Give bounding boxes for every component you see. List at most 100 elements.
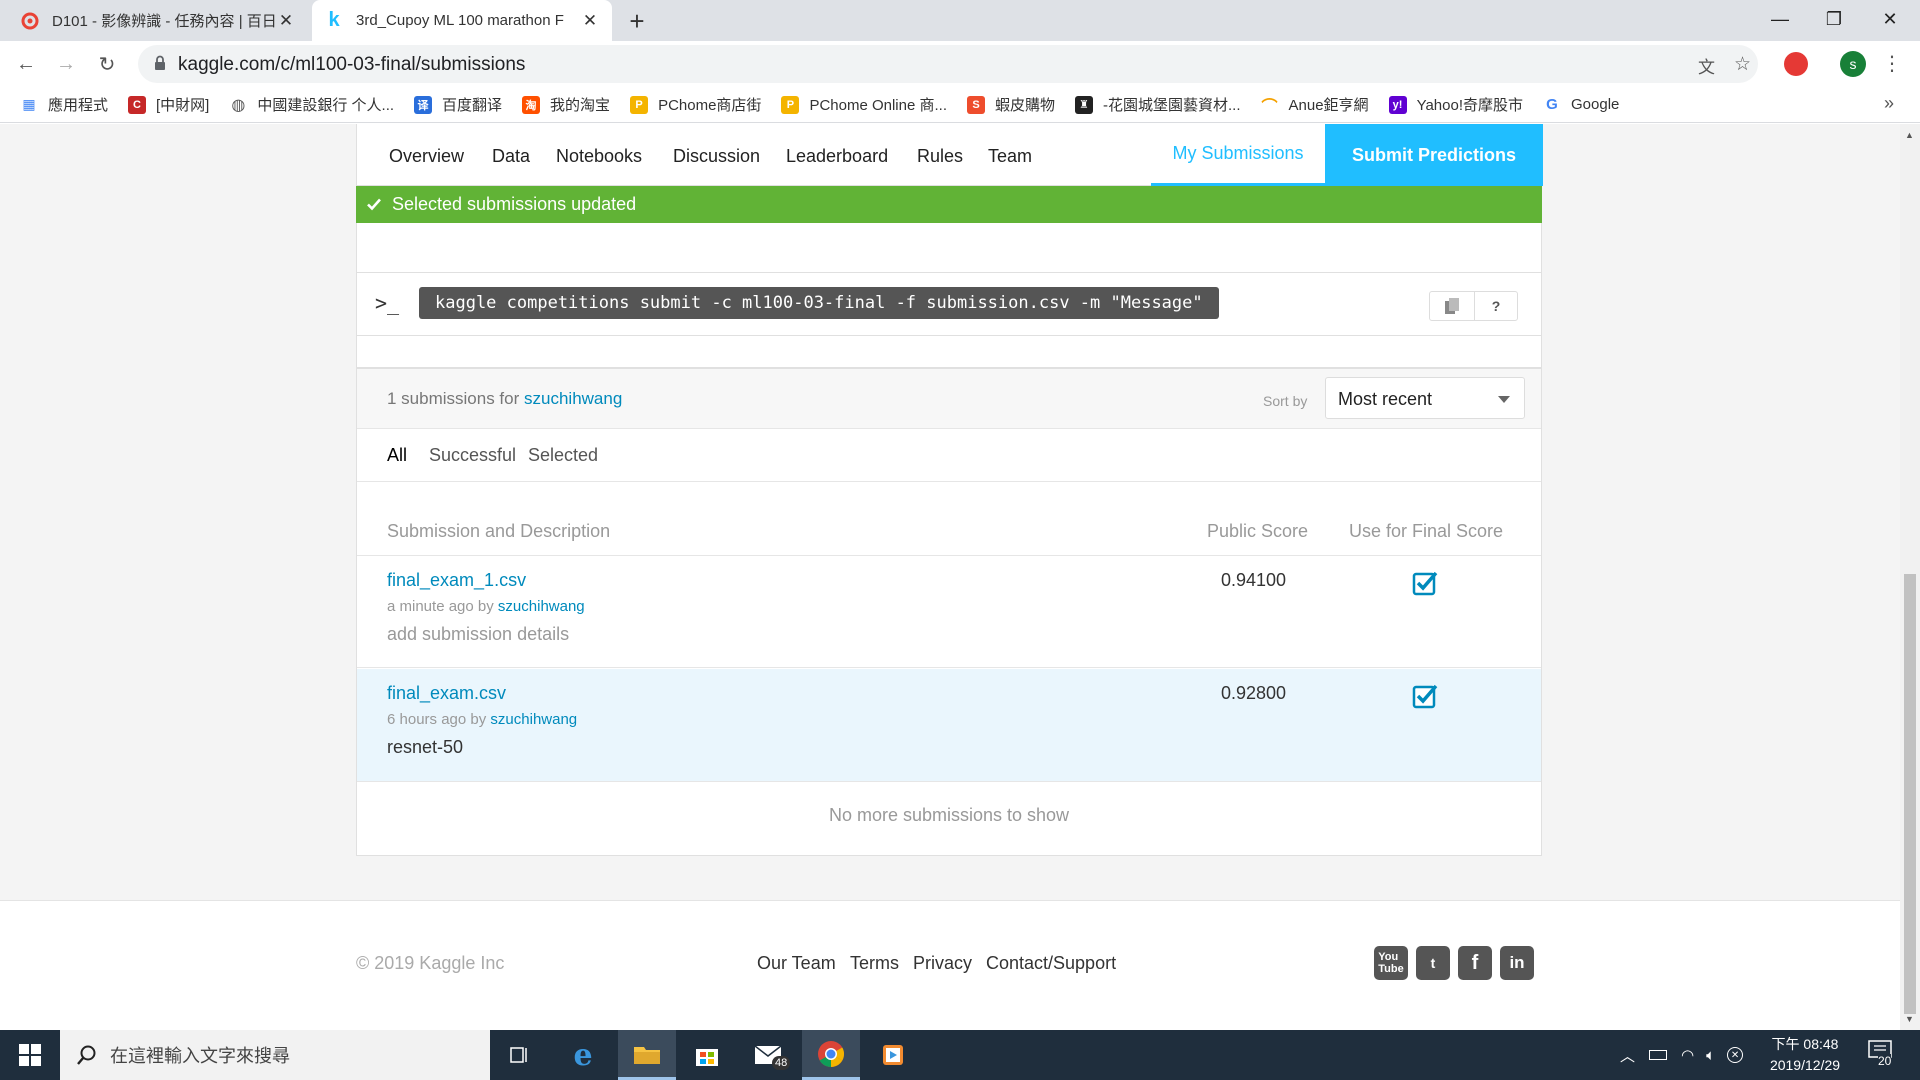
start-button[interactable] xyxy=(0,1030,60,1080)
reload-icon[interactable]: ↻ xyxy=(93,50,121,78)
bookmark-cfi[interactable]: C [中財网] xyxy=(128,94,209,115)
final-score-checkbox[interactable] xyxy=(1412,683,1438,709)
task-view-icon[interactable] xyxy=(490,1030,548,1080)
cupoy-icon xyxy=(20,11,40,31)
bookmark-pchome-online[interactable]: P PChome Online 商... xyxy=(781,94,947,115)
battery-icon[interactable] xyxy=(1649,1050,1668,1060)
filter-all[interactable]: All xyxy=(387,445,407,466)
page-scrollbar[interactable]: ▲ ▼ xyxy=(1900,124,1920,1030)
nav-discussion[interactable]: Discussion xyxy=(673,146,760,167)
help-button[interactable]: ? xyxy=(1474,291,1518,321)
bookmark-apps[interactable]: ▦ 應用程式 xyxy=(20,94,108,115)
tab-title: 3rd_Cupoy ML 100 marathon F xyxy=(356,12,564,29)
anue-icon: ⌒ xyxy=(1260,95,1279,116)
scroll-up-icon[interactable]: ▲ xyxy=(1905,130,1914,140)
facebook-icon[interactable]: f xyxy=(1458,946,1492,980)
menu-kebab-icon[interactable]: ⋮ xyxy=(1882,51,1902,76)
nav-leaderboard[interactable]: Leaderboard xyxy=(786,146,888,167)
mail-icon[interactable]: 48 xyxy=(740,1030,798,1080)
back-icon[interactable]: ← xyxy=(12,50,40,78)
translate-icon[interactable]: 文 xyxy=(1698,53,1715,78)
browser-tab-d101[interactable]: D101 - 影像辨識 - 任務內容 | 百日 ✕ xyxy=(8,0,308,41)
submit-predictions-button[interactable]: Submit Predictions xyxy=(1325,124,1543,186)
file-explorer-icon[interactable] xyxy=(618,1030,676,1080)
bookmark-anue[interactable]: ⌒ Anue鉅亨網 xyxy=(1260,94,1369,116)
bookmark-star-icon[interactable]: ☆ xyxy=(1734,53,1751,76)
extension-icon[interactable] xyxy=(1784,52,1808,76)
bookmark-taobao[interactable]: 淘我的淘宝 xyxy=(522,94,610,115)
footer-link-contact[interactable]: Contact/Support xyxy=(986,953,1116,974)
browser-toolbar: ← → ↻ kaggle.com/c/ml100-03-final/submis… xyxy=(0,41,1920,87)
submission-description[interactable]: resnet-50 xyxy=(387,737,463,758)
wifi-icon[interactable]: ◠ xyxy=(1681,1046,1694,1064)
notification-icon[interactable]: 20 xyxy=(1868,1040,1898,1070)
shopee-icon: S xyxy=(967,95,985,114)
filter-successful[interactable]: Successful xyxy=(429,445,516,466)
submission-file-link[interactable]: final_exam.csv xyxy=(387,683,506,704)
yahoo-icon: y! xyxy=(1388,95,1407,114)
final-score-checkbox[interactable] xyxy=(1412,570,1438,596)
nav-team[interactable]: Team xyxy=(988,146,1032,167)
tab-title: D101 - 影像辨識 - 任務內容 | 百日 xyxy=(52,13,276,30)
browser-tab-kaggle[interactable]: k 3rd_Cupoy ML 100 marathon F ✕ xyxy=(312,0,612,41)
google-icon: G xyxy=(1543,95,1561,114)
scrollbar-thumb[interactable] xyxy=(1904,574,1916,1014)
close-circle-icon[interactable]: ✕ xyxy=(1727,1047,1744,1063)
sort-select[interactable]: Most recent xyxy=(1325,377,1525,419)
sort-by-label: Sort by xyxy=(1263,393,1308,409)
submissions-card: 1 submissions for szuchihwang Sort by Mo… xyxy=(356,368,1542,856)
profile-avatar[interactable]: s xyxy=(1840,51,1866,77)
chrome-icon[interactable] xyxy=(802,1030,860,1080)
bookmark-garden[interactable]: ♜ -花園城堡園藝資材... xyxy=(1075,94,1241,115)
bookmark-pchome-store[interactable]: P PChome商店街 xyxy=(630,94,761,115)
submission-description[interactable]: add submission details xyxy=(387,624,569,645)
twitter-icon[interactable]: t xyxy=(1416,946,1450,980)
nav-data[interactable]: Data xyxy=(492,146,530,167)
column-header-final-score: Use for Final Score xyxy=(1349,521,1504,541)
store-icon[interactable] xyxy=(678,1030,736,1080)
forward-icon[interactable]: → xyxy=(52,50,80,78)
tab-my-submissions[interactable]: My Submissions xyxy=(1151,124,1325,186)
scroll-down-icon[interactable]: ▼ xyxy=(1905,1014,1914,1024)
youtube-icon[interactable]: You Tube xyxy=(1374,946,1408,980)
bookmark-shopee[interactable]: S 蝦皮購物 xyxy=(967,94,1055,115)
chevron-up-icon[interactable]: ︿ xyxy=(1620,1045,1635,1066)
submission-file-link[interactable]: final_exam_1.csv xyxy=(387,570,526,591)
search-placeholder: 在這裡輸入文字來搜尋 xyxy=(110,1046,290,1066)
taskbar-clock[interactable]: 下午 08:48 2019/12/29 xyxy=(1756,1034,1854,1076)
copy-command-button[interactable] xyxy=(1429,291,1475,321)
linkedin-icon[interactable]: in xyxy=(1500,946,1534,980)
submission-meta: a minute ago by szuchihwang xyxy=(387,598,585,615)
footer-link-privacy[interactable]: Privacy xyxy=(913,953,972,974)
bookmark-yahoo[interactable]: y! Yahoo!奇摩股市 xyxy=(1388,94,1523,115)
bookmark-google[interactable]: G Google xyxy=(1543,95,1619,114)
address-bar[interactable]: kaggle.com/c/ml100-03-final/submissions … xyxy=(138,45,1758,83)
more-bookmarks-icon[interactable]: » xyxy=(1884,93,1894,114)
close-tab-icon[interactable]: ✕ xyxy=(580,11,600,31)
taobao-icon: 淘 xyxy=(522,95,541,114)
nav-overview[interactable]: Overview xyxy=(389,146,464,167)
user-link[interactable]: szuchihwang xyxy=(524,389,622,408)
bookmark-baidu[interactable]: 译百度翻译 xyxy=(414,94,502,115)
taskbar-search[interactable]: 在這裡輸入文字來搜尋 xyxy=(60,1030,490,1080)
user-link[interactable]: szuchihwang xyxy=(498,598,585,615)
nav-rules[interactable]: Rules xyxy=(917,146,963,167)
filter-selected[interactable]: Selected xyxy=(528,445,598,466)
api-command-text[interactable]: kaggle competitions submit -c ml100-03-f… xyxy=(419,287,1219,319)
close-tab-icon[interactable]: ✕ xyxy=(276,11,296,31)
restore-button[interactable]: ❐ xyxy=(1804,0,1864,38)
new-tab-button[interactable]: + xyxy=(622,6,652,37)
edge-icon[interactable]: e xyxy=(554,1030,612,1080)
volume-icon[interactable]: 🔈︎ xyxy=(1706,1047,1715,1064)
minimize-button[interactable]: — xyxy=(1750,0,1810,38)
bookmark-ccb[interactable]: ◍ 中國建設銀行 个人... xyxy=(229,94,394,115)
media-player-icon[interactable] xyxy=(864,1030,922,1080)
chevron-down-icon xyxy=(1498,396,1510,403)
footer-link-our-team[interactable]: Our Team xyxy=(757,953,836,974)
nav-notebooks[interactable]: Notebooks xyxy=(556,146,642,167)
footer-link-terms[interactable]: Terms xyxy=(850,953,899,974)
user-link[interactable]: szuchihwang xyxy=(490,711,577,728)
search-icon xyxy=(77,1045,96,1065)
close-window-button[interactable]: ✕ xyxy=(1860,0,1920,38)
baidu-translate-icon: 译 xyxy=(414,95,433,114)
